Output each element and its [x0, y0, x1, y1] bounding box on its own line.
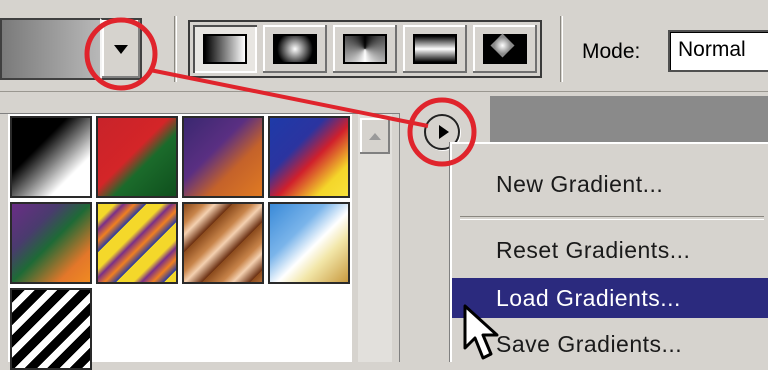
- gradient-picker-dropdown-button[interactable]: [100, 18, 142, 80]
- reflected-gradient-icon: [413, 34, 457, 64]
- gradient-swatch-chrome[interactable]: [268, 202, 350, 284]
- gradient-preview[interactable]: [0, 18, 100, 80]
- mode-select[interactable]: Normal: [668, 30, 768, 72]
- angle-gradient-button[interactable]: [333, 25, 397, 73]
- gradient-swatch-red-green[interactable]: [96, 116, 178, 198]
- radial-gradient-button[interactable]: [263, 25, 327, 73]
- mode-label: Mode:: [582, 40, 641, 63]
- diamond-gradient-button[interactable]: [473, 25, 537, 73]
- gradient-swatch-foreground-to-background[interactable]: [10, 116, 92, 198]
- diamond-gradient-icon: [483, 34, 527, 64]
- gradient-swatch-yellow-violet-orange-blue[interactable]: [96, 202, 178, 284]
- mouse-pointer-icon: [463, 304, 499, 360]
- menu-item-reset-gradients[interactable]: Reset Gradients...: [452, 230, 768, 270]
- gradient-swatch-copper[interactable]: [182, 202, 264, 284]
- scroll-up-arrow-icon: [369, 132, 381, 140]
- gradient-swatch-violet-green-orange[interactable]: [10, 202, 92, 284]
- picker-panel-header: [0, 92, 400, 114]
- angle-gradient-icon: [343, 34, 387, 64]
- radial-gradient-icon: [273, 34, 317, 64]
- gradient-swatch-blue-red-yellow[interactable]: [268, 116, 350, 198]
- chevron-down-icon: [114, 44, 128, 54]
- gradient-swatch-transparent-stripes[interactable]: [10, 288, 92, 370]
- gradient-swatch-violet-orange[interactable]: [182, 116, 264, 198]
- play-circle-icon: [438, 125, 449, 139]
- canvas-area: [490, 96, 768, 142]
- linear-gradient-icon: [203, 34, 247, 64]
- gradient-swatch-grid: [8, 114, 352, 370]
- toolbar-divider: [560, 16, 563, 82]
- menu-separator: [460, 216, 764, 220]
- toolbar-divider: [174, 16, 177, 82]
- menu-item-new-gradient[interactable]: New Gradient...: [452, 164, 768, 204]
- linear-gradient-button[interactable]: [193, 25, 257, 73]
- scroll-up-button[interactable]: [360, 118, 390, 154]
- reflected-gradient-button[interactable]: [403, 25, 467, 73]
- gradient-type-group: [188, 20, 542, 78]
